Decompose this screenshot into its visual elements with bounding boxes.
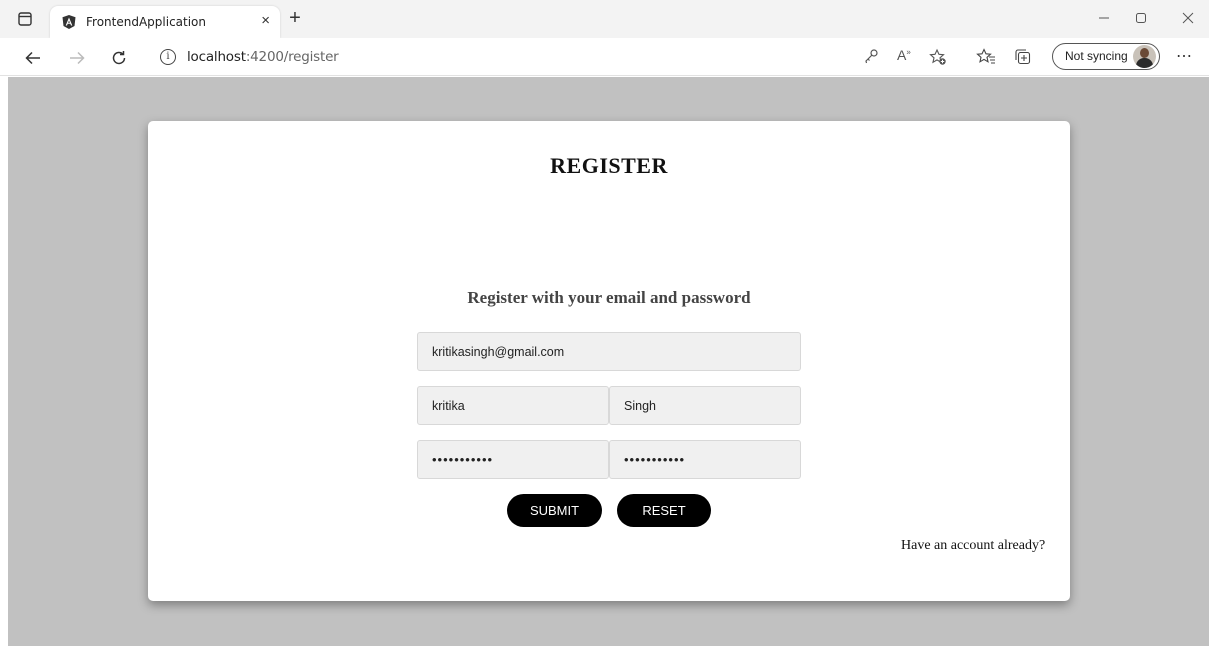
profile-sync-button[interactable]: Not syncing xyxy=(1052,43,1160,70)
collections-icon[interactable] xyxy=(1013,47,1033,67)
first-name-field[interactable] xyxy=(417,386,609,425)
register-card: REGISTER Register with your email and pa… xyxy=(148,121,1070,601)
navigation-bar: i localhost:4200/register A» Not syncing… xyxy=(0,38,1209,76)
page-title: REGISTER xyxy=(550,153,668,178)
avatar xyxy=(1133,45,1156,68)
email-field[interactable] xyxy=(417,332,801,371)
close-icon[interactable] xyxy=(1176,8,1200,28)
sync-status: Not syncing xyxy=(1065,49,1128,63)
refresh-icon[interactable] xyxy=(108,47,130,69)
reset-button[interactable]: RESET xyxy=(617,494,711,527)
tab-title: FrontendApplication xyxy=(86,15,207,29)
tab-close-icon[interactable]: × xyxy=(261,12,270,29)
password-field[interactable] xyxy=(417,440,609,479)
browser-tab[interactable]: FrontendApplication × xyxy=(50,6,280,38)
confirm-password-field[interactable] xyxy=(609,440,801,479)
last-name-field[interactable] xyxy=(609,386,801,425)
new-tab-button[interactable]: + xyxy=(285,8,305,29)
minimize-icon[interactable] xyxy=(1092,8,1116,28)
more-icon[interactable]: ⋯ xyxy=(1176,46,1193,66)
forward-arrow-icon[interactable] xyxy=(66,47,88,69)
angular-icon xyxy=(61,14,77,30)
read-aloud-icon[interactable]: A» xyxy=(897,47,911,63)
favorites-icon[interactable] xyxy=(976,47,996,67)
form-subtitle: Register with your email and password xyxy=(467,288,751,307)
url-text: localhost:4200/register xyxy=(187,49,339,65)
info-icon[interactable]: i xyxy=(160,49,176,65)
page-viewport: REGISTER Register with your email and pa… xyxy=(8,77,1209,646)
back-arrow-icon[interactable] xyxy=(22,47,44,69)
address-bar[interactable]: i localhost:4200/register A» xyxy=(145,42,1005,72)
submit-button[interactable]: SUBMIT xyxy=(507,494,602,527)
add-favorite-icon[interactable] xyxy=(929,48,947,69)
tab-actions-icon[interactable] xyxy=(16,10,34,28)
key-icon[interactable] xyxy=(863,48,879,67)
login-link[interactable]: Have an account already? xyxy=(901,538,1045,554)
restore-icon[interactable] xyxy=(1129,8,1153,28)
tab-bar: FrontendApplication × + xyxy=(0,0,1209,38)
